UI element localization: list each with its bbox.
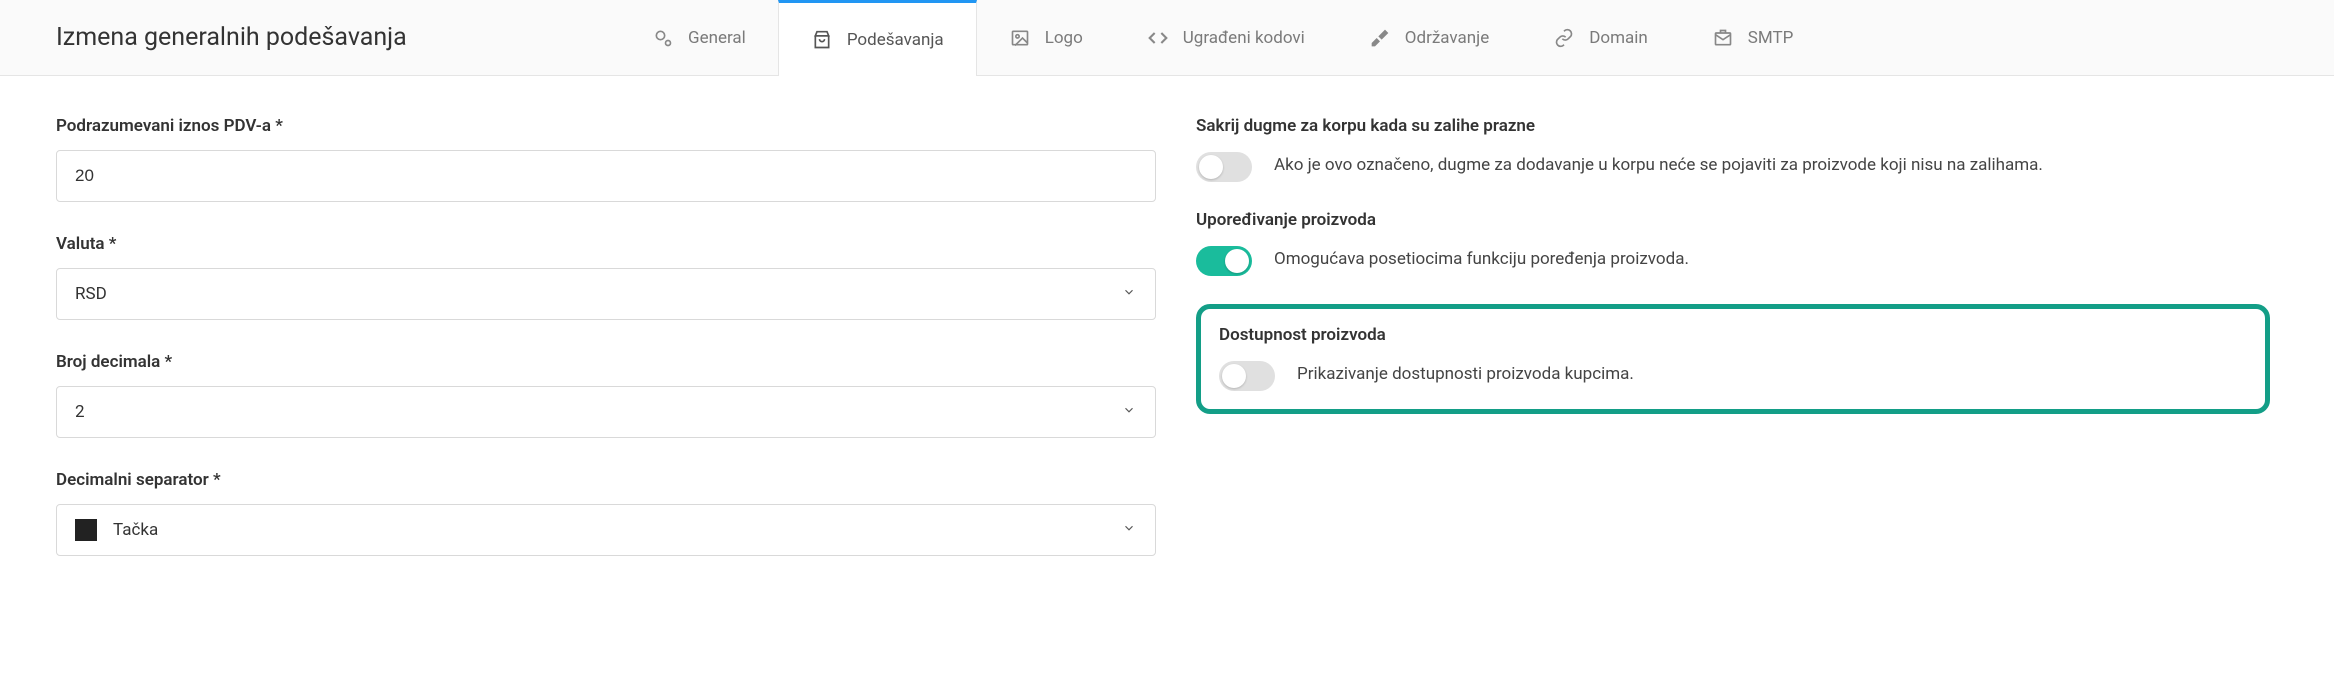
tab-logo[interactable]: Logo — [977, 0, 1115, 75]
vat-input[interactable] — [56, 150, 1156, 202]
tab-label: SMTP — [1748, 28, 1794, 48]
left-column: Podrazumevani iznos PDV-a * Valuta * RSD… — [56, 116, 1156, 556]
tab-maintenance[interactable]: Održavanje — [1337, 0, 1521, 75]
decimal-separator-select[interactable]: Tačka — [56, 504, 1156, 556]
vat-label: Podrazumevani iznos PDV-a * — [56, 116, 1156, 136]
tab-general[interactable]: General — [620, 0, 778, 75]
mail-icon — [1712, 27, 1734, 49]
decimal-separator-label: Decimalni separator * — [56, 470, 1156, 490]
availability-title: Dostupnost proizvoda — [1219, 325, 2247, 345]
tabs: General Podešavanja Logo Ugrađeni kodovi — [620, 0, 1825, 75]
availability-toggle[interactable] — [1219, 361, 1275, 391]
compare-title: Upoređivanje proizvoda — [1196, 210, 2270, 230]
decimals-value: 2 — [75, 402, 85, 422]
form-group-vat: Podrazumevani iznos PDV-a * — [56, 116, 1156, 202]
toggle-section-compare: Upoređivanje proizvoda Omogućava posetio… — [1196, 210, 2270, 276]
compare-toggle[interactable] — [1196, 246, 1252, 276]
page-title: Izmena generalnih podešavanja — [0, 0, 620, 75]
tab-label: Domain — [1589, 28, 1648, 48]
tab-label: Održavanje — [1405, 28, 1489, 48]
form-group-decimal-separator: Decimalni separator * Tačka — [56, 470, 1156, 556]
hide-cart-desc: Ako je ovo označeno, dugme za dodavanje … — [1274, 152, 2043, 178]
header: Izmena generalnih podešavanja General Po… — [0, 0, 2334, 76]
compare-desc: Omogućava posetiocima funkciju poređenja… — [1274, 246, 1689, 272]
hide-cart-title: Sakrij dugme za korpu kada su zalihe pra… — [1196, 116, 2270, 136]
shopping-bag-icon — [811, 29, 833, 51]
image-icon — [1009, 27, 1031, 49]
color-swatch — [75, 519, 97, 541]
availability-highlight-box: Dostupnost proizvoda Prikazivanje dostup… — [1196, 304, 2270, 414]
availability-desc: Prikazivanje dostupnosti proizvoda kupci… — [1297, 361, 1634, 387]
tools-icon — [1369, 27, 1391, 49]
toggle-section-hide-cart: Sakrij dugme za korpu kada su zalihe pra… — [1196, 116, 2270, 182]
tab-smtp[interactable]: SMTP — [1680, 0, 1826, 75]
currency-label: Valuta * — [56, 234, 1156, 254]
code-icon — [1147, 27, 1169, 49]
tab-embedded-codes[interactable]: Ugrađeni kodovi — [1115, 0, 1337, 75]
tab-settings[interactable]: Podešavanja — [778, 0, 977, 76]
right-column: Sakrij dugme za korpu kada su zalihe pra… — [1196, 116, 2310, 556]
decimal-separator-value: Tačka — [113, 520, 158, 540]
tab-domain[interactable]: Domain — [1521, 0, 1680, 75]
currency-select[interactable]: RSD — [56, 268, 1156, 320]
hide-cart-toggle[interactable] — [1196, 152, 1252, 182]
tab-label: General — [688, 28, 746, 48]
tab-label: Logo — [1045, 28, 1083, 48]
decimals-select[interactable]: 2 — [56, 386, 1156, 438]
form-group-currency: Valuta * RSD — [56, 234, 1156, 320]
decimals-label: Broj decimala * — [56, 352, 1156, 372]
form-group-decimals: Broj decimala * 2 — [56, 352, 1156, 438]
currency-value: RSD — [75, 284, 107, 304]
tab-label: Podešavanja — [847, 30, 944, 50]
gear-icon — [652, 27, 674, 49]
link-icon — [1553, 27, 1575, 49]
tab-label: Ugrađeni kodovi — [1183, 28, 1305, 48]
